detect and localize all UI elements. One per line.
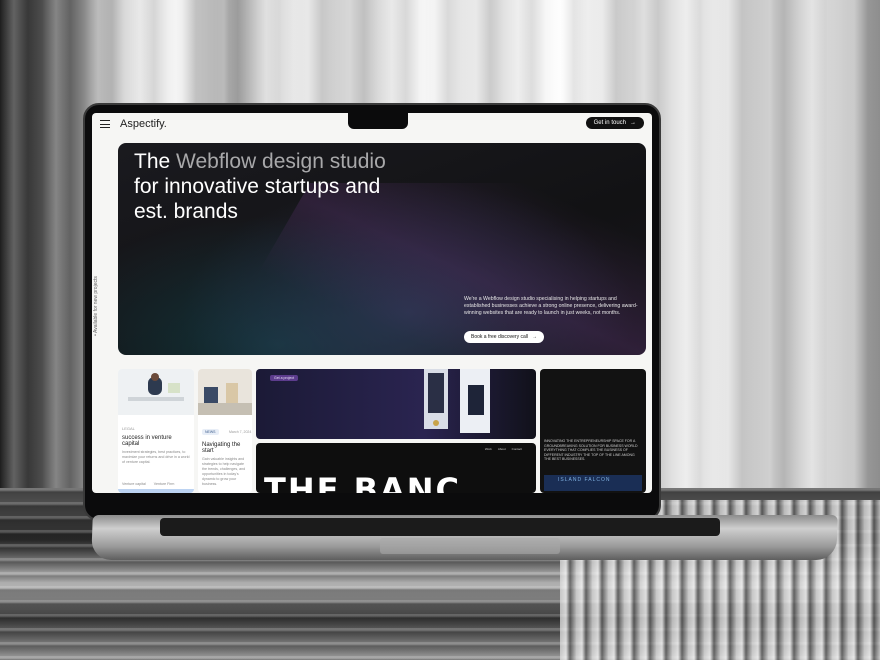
- hero-title-highlight: Webflow design studio: [176, 150, 386, 173]
- portfolio-grid: LEGAL success in venture capital Investm…: [118, 369, 646, 493]
- project-tile-falcon[interactable]: INNOVATING THE ENTREPRENEURSHIP SPACE FO…: [540, 369, 646, 493]
- product-render: [424, 369, 490, 433]
- book-call-label: Book a free discovery call: [471, 334, 528, 340]
- project-copy: INNOVATING THE ENTREPRENEURSHIP SPACE FO…: [544, 439, 638, 461]
- camera-notch: [348, 113, 408, 129]
- project-badge: Get a project: [270, 375, 299, 381]
- card-footer-right: Venture Firm: [153, 482, 175, 486]
- get-in-touch-button[interactable]: Get in touch →: [585, 117, 644, 129]
- availability-label: • Available for new projects: [92, 276, 99, 336]
- card-category: LEGAL: [122, 426, 135, 431]
- hero-title-part-2: for innovative startups and est. brands: [134, 175, 381, 223]
- tile-mini-nav: Work About Contact: [485, 447, 522, 451]
- card-footer-left: Venture capital: [122, 482, 146, 486]
- hero-title: The Webflow design studio for innovative…: [134, 149, 394, 224]
- mini-nav-about: About: [497, 447, 506, 451]
- hero-section: The Webflow design studio for innovative…: [118, 143, 646, 355]
- card-excerpt: Gain valuable insights and strategies to…: [202, 457, 246, 486]
- card-date: March 7, 2024: [228, 430, 252, 434]
- card-title: success in venture capital: [122, 435, 172, 447]
- card-title: Navigating the start: [202, 442, 241, 454]
- card-accent-bar: [118, 489, 194, 493]
- card-excerpt: Investment strategies, best practices, t…: [122, 450, 190, 464]
- project-tile-product[interactable]: Get a project: [256, 369, 536, 439]
- project-tile-banc[interactable]: Work About Contact THE BANC: [256, 443, 536, 493]
- blog-card-venture[interactable]: LEGAL success in venture capital Investm…: [118, 369, 194, 493]
- arrow-right-icon: →: [531, 334, 537, 340]
- hero-title-part-1: The: [134, 150, 177, 173]
- laptop-keyboard: [160, 518, 720, 536]
- laptop-trackpad: [380, 538, 560, 554]
- news-tag: NEWS: [202, 429, 219, 435]
- blog-card-startup[interactable]: NEWS March 7, 2024 Navigating the start …: [198, 369, 252, 493]
- banc-wordmark: THE BANC: [264, 471, 462, 493]
- office-photo: [118, 369, 194, 415]
- mini-nav-contact: Contact: [511, 447, 522, 451]
- card-footer: Venture capital Venture Firm: [122, 482, 174, 487]
- island-falcon-banner: ISLAND FALCON: [544, 475, 642, 491]
- book-discovery-call-button[interactable]: Book a free discovery call →: [464, 331, 544, 343]
- laptop-screen: Aspectify. Get in touch → • Available fo…: [92, 113, 652, 493]
- site-logo[interactable]: Aspectify.: [120, 118, 167, 130]
- hero-description: We're a Webflow design studio specialisi…: [464, 296, 638, 316]
- arrow-right-icon: →: [630, 120, 636, 126]
- hamburger-menu-icon[interactable]: [100, 120, 110, 128]
- mini-nav-work: Work: [484, 447, 492, 451]
- meeting-photo: [198, 369, 252, 415]
- get-in-touch-label: Get in touch: [593, 120, 626, 126]
